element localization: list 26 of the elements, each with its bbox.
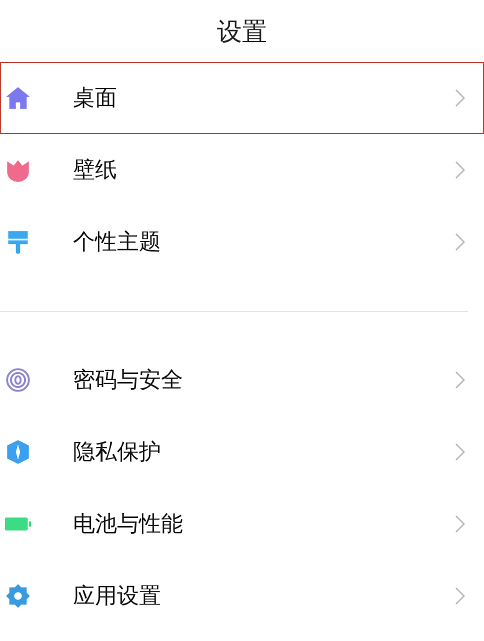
chevron-right-icon (455, 371, 465, 389)
shield-icon (5, 439, 31, 465)
chevron-right-icon (455, 515, 465, 533)
fingerprint-icon (5, 367, 31, 393)
settings-item[interactable]: 应用设置 (0, 560, 484, 632)
item-label: 应用设置 (73, 583, 162, 611)
chevron-right-icon (455, 587, 465, 605)
item-label: 桌面 (73, 85, 118, 113)
chevron-right-icon (455, 443, 465, 461)
house-icon (5, 85, 31, 111)
item-label: 个性主题 (73, 229, 162, 257)
settings-item[interactable]: 电池与性能 (0, 488, 484, 560)
chevron-right-icon (455, 233, 465, 251)
gear-icon (5, 583, 31, 609)
page-title: 设置 (217, 16, 267, 48)
item-label: 电池与性能 (73, 511, 184, 539)
chevron-right-icon (455, 161, 465, 179)
settings-item[interactable]: 个性主题 (0, 206, 484, 278)
item-label: 壁纸 (73, 157, 118, 185)
settings-item[interactable]: 壁纸 (0, 134, 484, 206)
settings-item[interactable]: 隐私保护 (0, 416, 484, 488)
settings-item[interactable]: 密码与安全 (0, 344, 484, 416)
chevron-right-icon (455, 89, 465, 107)
item-label: 密码与安全 (73, 367, 184, 395)
settings-item[interactable]: 桌面 (0, 62, 484, 134)
item-label: 隐私保护 (73, 439, 162, 467)
